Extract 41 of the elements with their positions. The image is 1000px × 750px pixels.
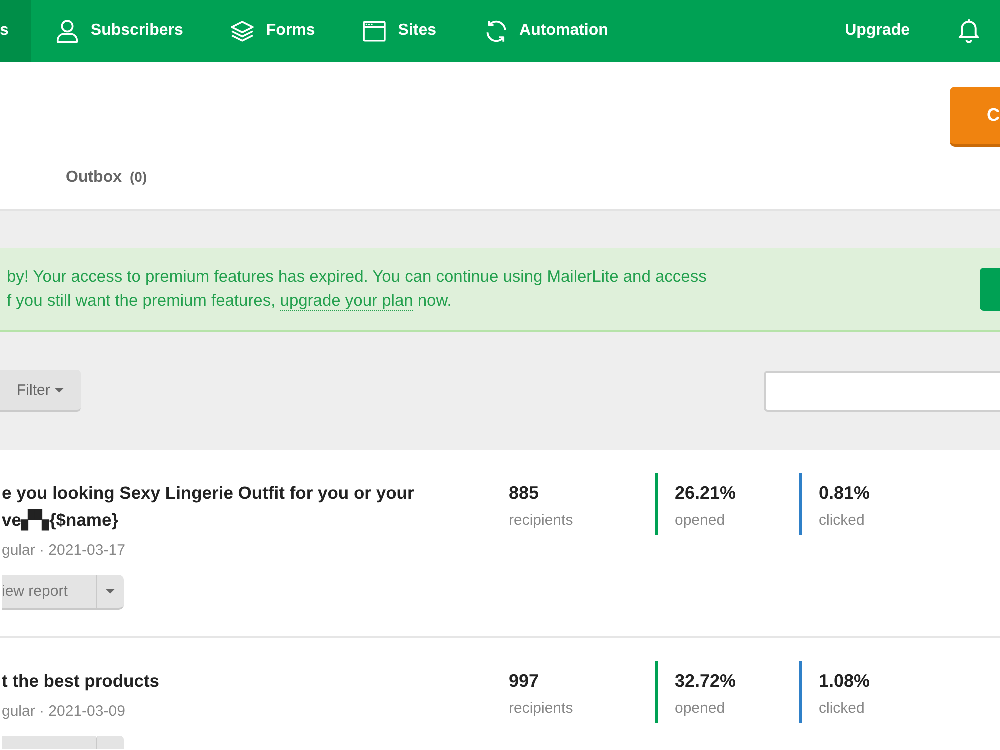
stat-value: 32.72% xyxy=(675,670,736,693)
caret-icon xyxy=(55,388,64,392)
upgrade-plan-link[interactable]: upgrade your plan xyxy=(280,292,414,311)
person-icon xyxy=(56,20,79,42)
view-report-button[interactable]: iew report xyxy=(2,575,96,610)
campaign-title[interactable]: e you looking Sexy Lingerie Outfit for you or your ve▞▚{$name} xyxy=(2,480,509,534)
dropdown-button[interactable] xyxy=(96,736,124,749)
alert-message: f you still want the premium features, upgrade your plan now. xyxy=(7,291,453,313)
caret-icon xyxy=(106,589,115,594)
stat-value: 885 xyxy=(509,482,540,505)
create-campaign-button[interactable]: C xyxy=(950,87,1000,147)
campaign-meta: gular · 2021-03-17 xyxy=(2,541,126,561)
stat-label: clicked xyxy=(819,699,866,719)
sync-icon xyxy=(484,20,508,42)
filter-button[interactable]: Filter xyxy=(0,370,82,412)
campaign-title[interactable]: t the best products xyxy=(2,668,509,695)
stat-value: 0.81% xyxy=(819,482,870,505)
stat-value: 26.21% xyxy=(675,482,736,505)
browser-window-icon xyxy=(363,20,386,42)
alert-button[interactable] xyxy=(980,268,1000,311)
nav-tab[interactable]: s xyxy=(0,0,31,62)
stat-label: clicked xyxy=(819,511,866,531)
view-report-button[interactable] xyxy=(2,736,96,749)
dropdown-button[interactable] xyxy=(96,575,124,610)
stat-value: 997 xyxy=(509,670,540,693)
nav-tab[interactable]: Sites xyxy=(363,0,437,62)
stat-label: opened xyxy=(675,511,726,531)
stat-label: recipients xyxy=(509,511,574,531)
upgrade-link[interactable]: Upgrade xyxy=(845,22,910,40)
outbox-tab[interactable]: Outbox (0) xyxy=(66,169,148,196)
layers-icon xyxy=(231,20,254,42)
stat-label: opened xyxy=(675,699,726,719)
stat-label: recipients xyxy=(509,699,574,719)
notification-bell-icon[interactable] xyxy=(958,19,980,43)
alert-message: by! Your access to premium features has expired. You can continue using MailerLite and access xyxy=(7,267,708,288)
campaign-meta: gular · 2021-03-09 xyxy=(2,702,126,722)
search-field[interactable] xyxy=(764,370,1000,412)
nav-tab[interactable]: Automation xyxy=(484,0,608,62)
stat-value: 1.08% xyxy=(819,670,870,693)
nav-tab[interactable]: Forms xyxy=(231,0,316,62)
nav-tab[interactable]: Subscribers xyxy=(56,0,184,62)
